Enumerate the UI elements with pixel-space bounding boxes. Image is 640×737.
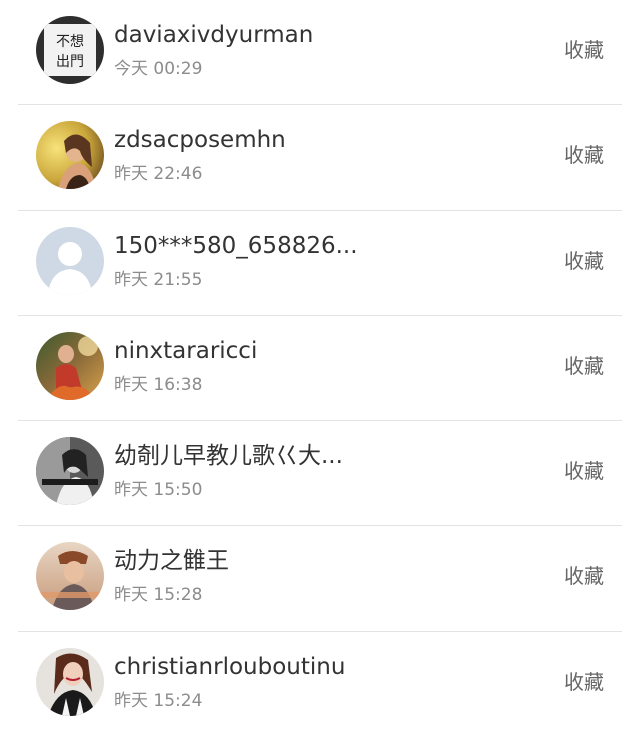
timestamp: 昨天 21:55 — [114, 269, 203, 290]
timestamp: 昨天 16:38 — [114, 374, 203, 395]
username: daviaxivdyurman — [114, 22, 314, 48]
list-item[interactable]: zdsacposemhn 昨天 22:46 收藏 — [0, 105, 640, 211]
avatar-image — [36, 542, 104, 611]
favorite-button[interactable]: 收藏 — [564, 352, 604, 380]
avatar[interactable] — [36, 226, 104, 295]
avatar[interactable] — [36, 437, 104, 506]
list-item[interactable]: christianrlouboutinu 昨天 15:24 收藏 — [0, 632, 640, 737]
favorite-button[interactable]: 收藏 — [564, 668, 604, 696]
avatar-text-line-1: 不想 — [56, 34, 84, 50]
favorites-list: 不想 出門 daviaxivdyurman 今天 00:29 收藏 zdsacp… — [0, 0, 640, 734]
username: ninxtararicci — [114, 337, 258, 364]
avatar[interactable] — [36, 542, 104, 611]
avatar[interactable] — [36, 331, 104, 400]
avatar-image — [36, 121, 104, 190]
list-item[interactable]: 幼剞儿早教儿歌巜大... 昨天 15:50 收藏 — [0, 421, 640, 527]
avatar-image — [36, 437, 104, 506]
timestamp: 昨天 15:50 — [114, 480, 203, 501]
favorite-button[interactable]: 收藏 — [564, 247, 604, 275]
timestamp: 昨天 15:28 — [114, 585, 203, 606]
avatar-image — [36, 647, 104, 716]
username: zdsacposemhn — [114, 127, 286, 154]
timestamp: 昨天 15:24 — [114, 690, 203, 711]
favorite-button[interactable]: 收藏 — [564, 141, 604, 169]
avatar-text-line-2: 出門 — [56, 54, 84, 70]
avatar-image — [36, 331, 104, 400]
favorite-button[interactable]: 收藏 — [564, 36, 604, 64]
avatar-image: 不想 出門 — [36, 16, 104, 84]
list-item[interactable]: 150***580_658826... 昨天 21:55 收藏 — [0, 211, 640, 316]
avatar[interactable] — [36, 121, 104, 190]
username: 幼剞儿早教儿歌巜大... — [114, 443, 343, 470]
favorite-button[interactable]: 收藏 — [564, 562, 604, 590]
list-item[interactable]: 不想 出門 daviaxivdyurman 今天 00:29 收藏 — [0, 0, 640, 106]
username: 动力之雔王 — [114, 548, 229, 575]
username: 150***580_658826... — [114, 232, 358, 259]
list-item[interactable]: ninxtararicci 昨天 16:38 收藏 — [0, 316, 640, 422]
timestamp: 今天 00:29 — [114, 59, 203, 79]
timestamp: 昨天 22:46 — [114, 164, 203, 185]
list-item[interactable]: 动力之雔王 昨天 15:28 收藏 — [0, 526, 640, 632]
default-avatar-icon — [36, 226, 104, 295]
username: christianrlouboutinu — [114, 653, 346, 680]
avatar[interactable]: 不想 出門 — [36, 16, 104, 84]
favorite-button[interactable]: 收藏 — [564, 457, 604, 485]
avatar[interactable] — [36, 647, 104, 716]
